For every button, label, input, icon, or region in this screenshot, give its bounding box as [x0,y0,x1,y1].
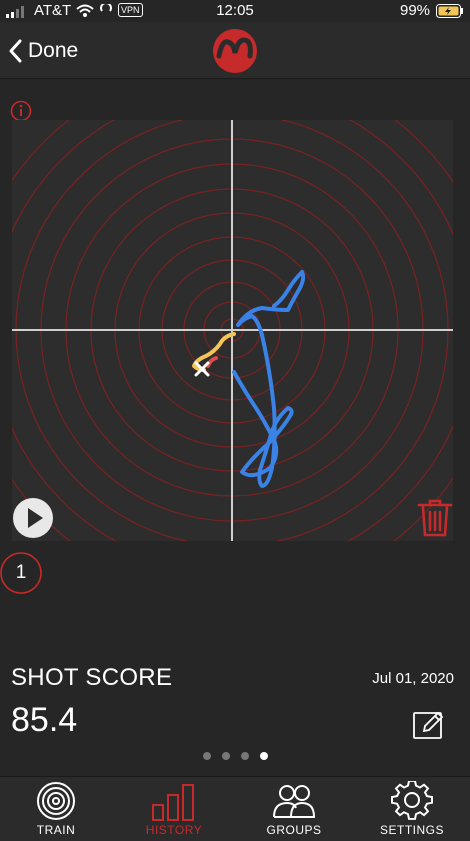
people-icon [273,785,316,818]
play-button[interactable] [12,497,54,539]
done-label: Done [28,39,79,62]
trace-shot-break [206,356,218,368]
tab-train[interactable]: TRAIN [6,781,106,839]
status-bar: AT&T VPN 12:05 99% [0,0,470,22]
shot-trace-target [12,120,453,541]
page-dot[interactable] [221,752,230,760]
shot-date: Jul 01, 2020 [372,670,454,687]
target-icon [37,782,75,820]
page-indicator[interactable] [0,752,470,760]
done-button[interactable]: Done [8,36,78,66]
tab-bar: TRAIN HISTORY GROUPS SETTINGS [0,776,470,841]
bar-chart-icon [152,784,194,821]
tab-train-label: TRAIN [36,823,76,837]
shot-number-badge[interactable]: 1 [0,552,42,594]
tab-history-label: HISTORY [145,823,203,837]
tab-history[interactable]: HISTORY [124,781,224,839]
shot-score-label: SHOT SCORE [11,664,173,691]
chevron-left-icon [9,39,22,63]
tab-settings-label: SETTINGS [379,823,444,837]
target-canvas [12,120,453,541]
battery-percent: 99% [400,2,431,19]
page-dot[interactable] [202,752,211,760]
shot-score-value: 85.4 [11,701,78,739]
app-logo [213,29,257,73]
nav-bar: Done [0,22,470,79]
tab-settings[interactable]: SETTINGS [362,781,462,839]
info-icon[interactable] [10,100,32,122]
gear-icon [391,781,433,820]
battery-icon [436,4,463,18]
trace-pre-shot [192,332,236,372]
tab-groups[interactable]: GROUPS [244,781,344,839]
trash-icon [417,499,453,537]
tab-groups-label: GROUPS [266,823,322,837]
edit-button[interactable] [412,710,446,740]
trace-follow-through [232,270,306,488]
shot-number: 1 [15,562,27,583]
page-dot[interactable] [240,752,249,760]
delete-button[interactable] [416,497,454,539]
edit-icon [413,711,444,739]
page-dot-active[interactable] [259,752,268,760]
